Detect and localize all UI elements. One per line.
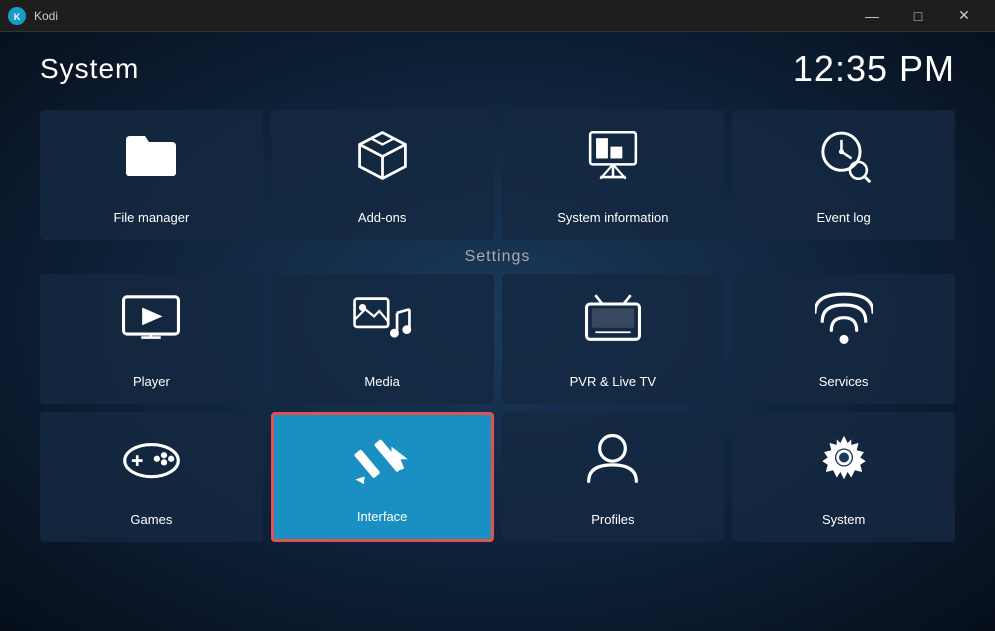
title-bar-controls: — □ ✕ [849, 0, 987, 32]
close-button[interactable]: ✕ [941, 0, 987, 32]
tile-system-information[interactable]: System information [502, 110, 725, 240]
main-content: System 12:35 PM File manager [0, 32, 995, 631]
box-icon [355, 110, 410, 200]
tile-file-manager[interactable]: File manager [40, 110, 263, 240]
tile-system-information-label: System information [557, 210, 668, 226]
tile-games-label: Games [130, 512, 172, 528]
svg-text:K: K [14, 12, 21, 22]
tile-player[interactable]: Player [40, 274, 263, 404]
tile-profiles-label: Profiles [591, 512, 634, 528]
top-row-section: File manager Add-ons [40, 110, 955, 240]
clock: 12:35 PM [793, 48, 955, 90]
tile-add-ons-label: Add-ons [358, 210, 406, 226]
tile-profiles[interactable]: Profiles [502, 412, 725, 542]
tile-services-label: Services [819, 374, 869, 390]
tile-pvr-live-tv-label: PVR & Live TV [570, 374, 656, 390]
middle-row-grid: Player [40, 274, 955, 404]
tile-system[interactable]: System [732, 412, 955, 542]
gamepad-icon [119, 412, 184, 502]
tile-media[interactable]: Media [271, 274, 494, 404]
tile-event-log[interactable]: Event log [732, 110, 955, 240]
profile-icon [585, 412, 640, 502]
presentation-icon [583, 110, 643, 200]
maximize-button[interactable]: □ [895, 0, 941, 32]
page-title: System [40, 53, 139, 85]
top-row-grid: File manager Add-ons [40, 110, 955, 240]
tile-games[interactable]: Games [40, 412, 263, 542]
interface-icon [350, 415, 415, 499]
bottom-row-section: Games Interface [40, 412, 955, 542]
tile-pvr-live-tv[interactable]: PVR & Live TV [502, 274, 725, 404]
minimize-button[interactable]: — [849, 0, 895, 32]
tile-interface-label: Interface [357, 509, 408, 525]
tv-icon [583, 274, 643, 364]
tile-system-label: System [822, 512, 865, 528]
tile-player-label: Player [133, 374, 170, 390]
rss-icon [815, 274, 873, 364]
top-bar: System 12:35 PM [40, 48, 955, 90]
tile-media-label: Media [364, 374, 399, 390]
title-bar-left: K Kodi [8, 7, 58, 25]
tile-event-log-label: Event log [817, 210, 871, 226]
settings-section-label: Settings [40, 248, 955, 266]
gear-icon [815, 412, 873, 502]
kodi-logo-icon: K [8, 7, 26, 25]
media-icon [351, 274, 413, 364]
tile-add-ons[interactable]: Add-ons [271, 110, 494, 240]
title-bar: K Kodi — □ ✕ [0, 0, 995, 32]
bottom-row-grid: Games Interface [40, 412, 955, 542]
monitor-play-icon [120, 274, 182, 364]
tile-services[interactable]: Services [732, 274, 955, 404]
middle-row-section: Player [40, 274, 955, 404]
tile-interface[interactable]: Interface [271, 412, 494, 542]
tile-file-manager-label: File manager [113, 210, 189, 226]
title-bar-app-name: Kodi [34, 9, 58, 23]
clock-search-icon [814, 110, 874, 200]
folder-icon [121, 110, 181, 200]
